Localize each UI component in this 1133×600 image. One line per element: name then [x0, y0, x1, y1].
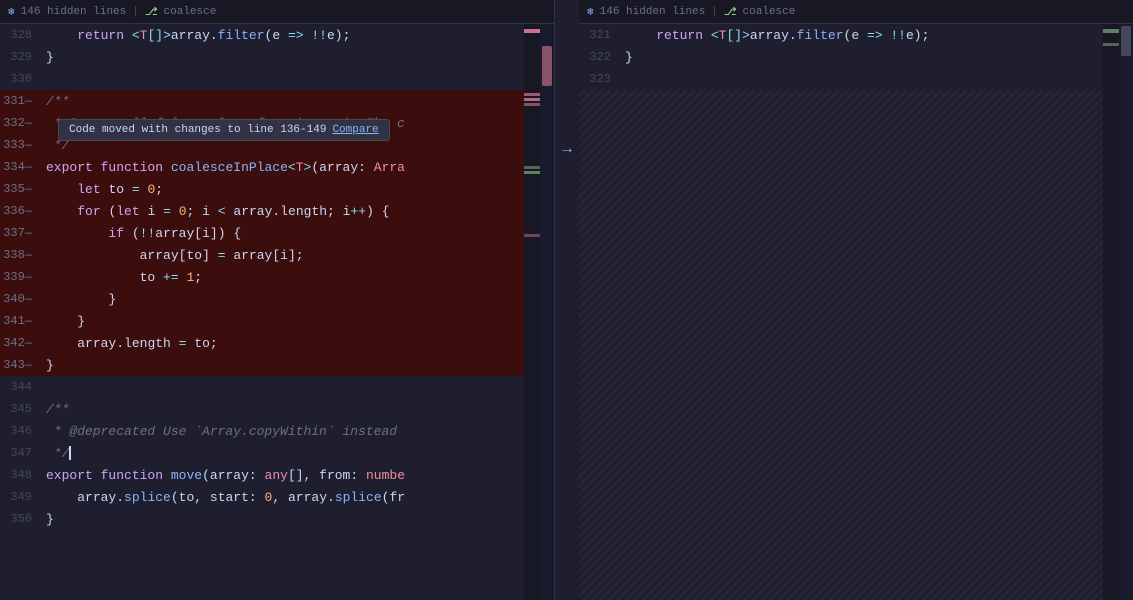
table-row: 336— for (let i = 0; i < array.length; i… [0, 200, 554, 222]
table-row: 346 * @deprecated Use `Array.copyWithin`… [0, 420, 554, 442]
table-row: 331— /** [0, 90, 554, 112]
right-hidden-count: 146 hidden lines [600, 6, 706, 18]
table-row: 339— to += 1; [0, 266, 554, 288]
editor-container: ❄ 146 hidden lines | ⎇ coalesce 328 retu… [0, 0, 1133, 600]
right-code-lines: 321 return <T[]>array.filter(e => !!e); … [579, 24, 1133, 90]
left-pane: ❄ 146 hidden lines | ⎇ coalesce 328 retu… [0, 0, 555, 600]
table-row: 344 [0, 376, 554, 398]
table-row: 335— let to = 0; [0, 178, 554, 200]
table-row: 328 return <T[]>array.filter(e => !!e); [0, 24, 554, 46]
pane-divider: → [555, 0, 579, 600]
left-snowflake-icon: ❄ [8, 5, 15, 19]
table-row: 321 return <T[]>array.filter(e => !!e); [579, 24, 1133, 46]
right-empty-diff-area [579, 90, 1133, 490]
table-row: 329 } [0, 46, 554, 68]
table-row: 340— } [0, 288, 554, 310]
compare-link[interactable]: Compare [332, 124, 378, 136]
table-row: 347 */ [0, 442, 554, 464]
right-scrollbar[interactable] [1119, 24, 1133, 600]
table-row: 341— } [0, 310, 554, 332]
table-row: 345 /** [0, 398, 554, 420]
table-row: 349 array.splice(to, start: 0, array.spl… [0, 486, 554, 508]
table-row: 348 export function move(array: any[], f… [0, 464, 554, 486]
left-minimap [524, 24, 540, 600]
tooltip-text: Code moved with changes to line 136-149 [69, 124, 326, 136]
left-separator: | [132, 6, 139, 18]
right-branch-name: coalesce [743, 6, 796, 18]
right-branch-icon: ⎇ [724, 5, 737, 19]
left-branch-icon: ⎇ [145, 5, 158, 19]
table-row: 334— export function coalesceInPlace<T>(… [0, 156, 554, 178]
table-row: 350 } [0, 508, 554, 530]
right-pane: ❄ 146 hidden lines | ⎇ coalesce 321 retu… [579, 0, 1133, 600]
table-row: 337— if (!!array[i]) { [0, 222, 554, 244]
left-scrollbar[interactable] [540, 24, 554, 600]
left-hidden-count: 146 hidden lines [21, 6, 127, 18]
left-branch-name: coalesce [164, 6, 217, 18]
table-row: 343— } [0, 354, 554, 376]
arrow-right-icon: → [562, 140, 572, 158]
right-snowflake-icon: ❄ [587, 5, 594, 19]
table-row: 322 } [579, 46, 1133, 68]
right-hidden-lines-bar[interactable]: ❄ 146 hidden lines | ⎇ coalesce [579, 0, 1133, 24]
left-code-area: 328 return <T[]>array.filter(e => !!e); … [0, 24, 554, 600]
left-hidden-lines-bar[interactable]: ❄ 146 hidden lines | ⎇ coalesce [0, 0, 554, 24]
tooltip-bar: Code moved with changes to line 136-149 … [58, 119, 390, 141]
left-code-lines: 328 return <T[]>array.filter(e => !!e); … [0, 24, 554, 530]
right-code-area: 321 return <T[]>array.filter(e => !!e); … [579, 24, 1133, 600]
table-row: 342— array.length = to; [0, 332, 554, 354]
table-row: 323 [579, 68, 1133, 90]
table-row: 338— array[to] = array[i]; [0, 244, 554, 266]
table-row: 330 [0, 68, 554, 90]
right-separator: | [711, 6, 718, 18]
right-minimap [1103, 24, 1119, 600]
